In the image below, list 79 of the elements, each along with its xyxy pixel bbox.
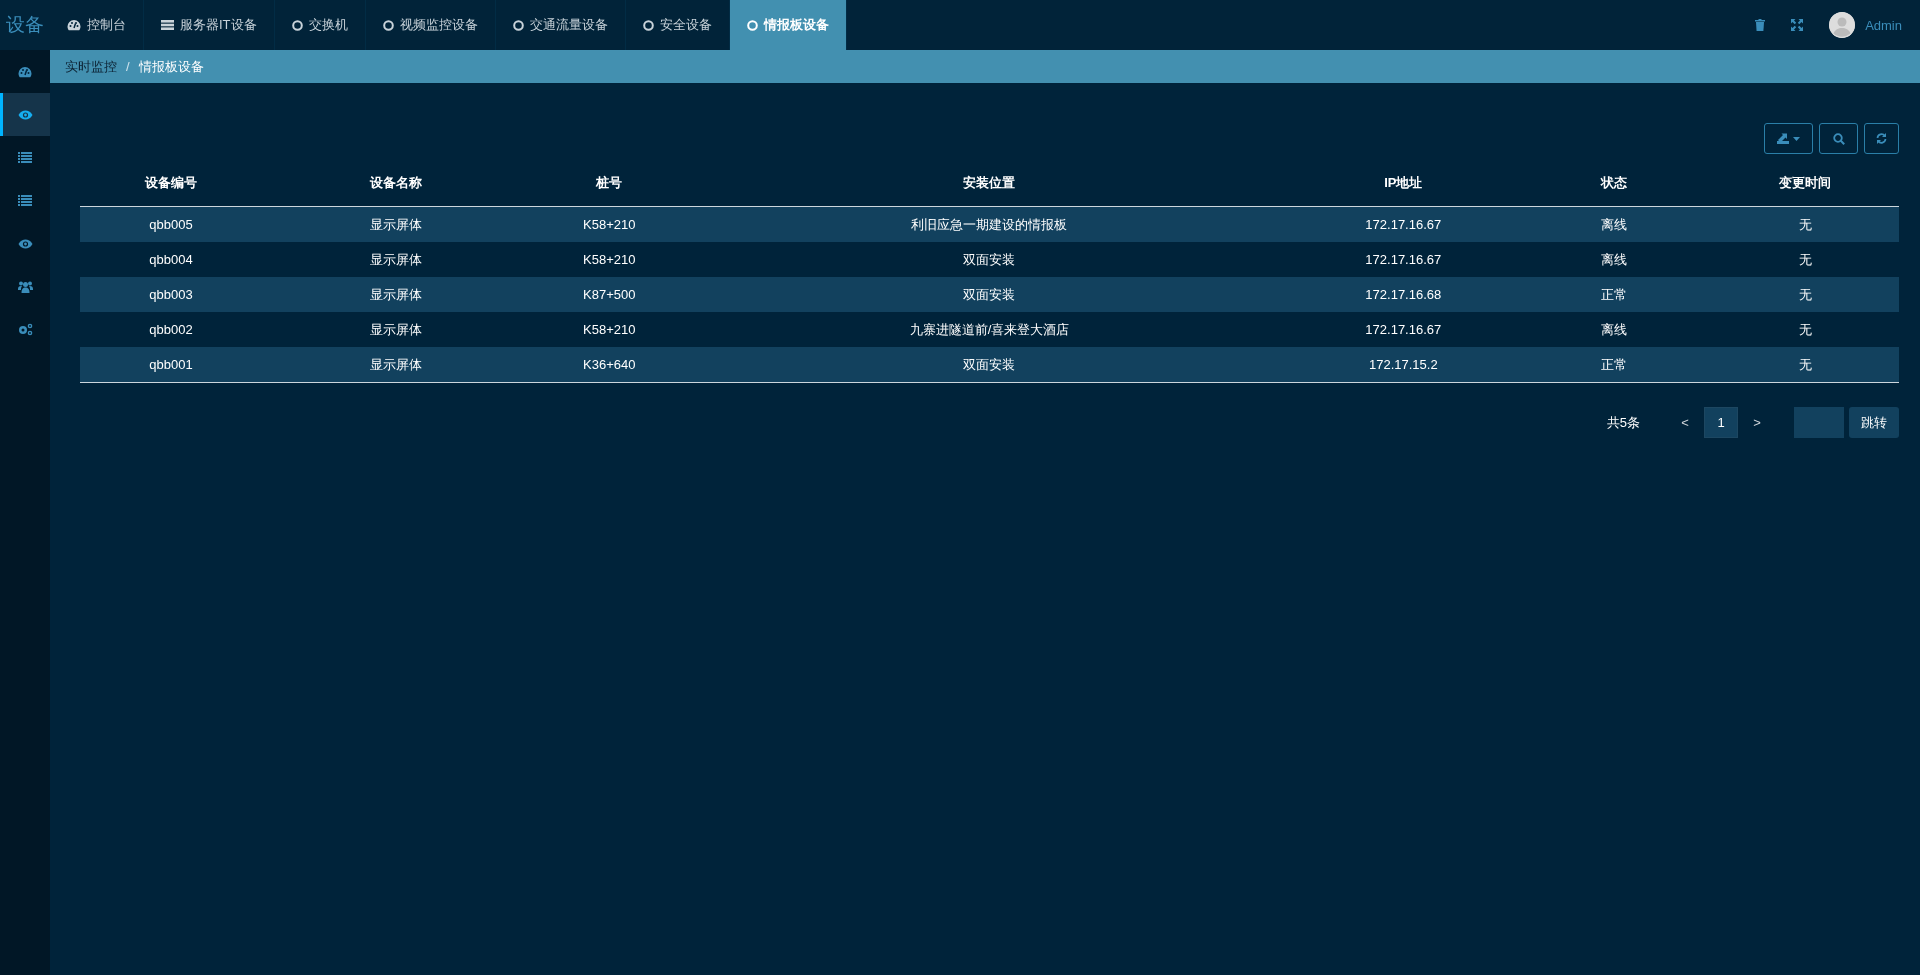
list-icon <box>18 152 32 163</box>
column-header: 设备名称 <box>261 160 530 207</box>
table-cell: 离线 <box>1517 206 1712 242</box>
list-icon <box>18 195 32 206</box>
table-cell: K87+500 <box>529 277 690 312</box>
circle-icon <box>512 19 524 31</box>
export-icon <box>1777 133 1789 144</box>
table-cell: 利旧应急一期建设的情报板 <box>689 206 1290 242</box>
table-cell: K58+210 <box>529 206 690 242</box>
search-button[interactable] <box>1819 123 1858 154</box>
fullscreen-icon[interactable] <box>1791 19 1804 31</box>
export-button[interactable] <box>1764 123 1813 154</box>
next-page-button[interactable]: > <box>1744 415 1770 430</box>
table-cell: 离线 <box>1517 312 1712 347</box>
table-cell: 正常 <box>1517 347 1712 383</box>
breadcrumb-separator: / <box>126 59 130 74</box>
circle-icon <box>382 19 394 31</box>
table-cell: 九寨进隧道前/喜来登大酒店 <box>689 312 1290 347</box>
table-cell: qbb005 <box>80 206 262 242</box>
column-header: IP地址 <box>1289 160 1517 207</box>
app-logo: 设备 <box>5 13 45 37</box>
table-cell: 显示屏体 <box>261 277 530 312</box>
column-header: 变更时间 <box>1711 160 1899 207</box>
table-cell: 172.17.16.68 <box>1289 277 1517 312</box>
nav-tab[interactable]: 情报板设备 <box>729 0 847 50</box>
column-header: 状态 <box>1517 160 1712 207</box>
gauge-icon <box>67 19 81 31</box>
table-cell: 172.17.16.67 <box>1289 242 1517 277</box>
server-icon <box>161 20 174 30</box>
table-cell: K36+640 <box>529 347 690 383</box>
table-cell: 172.17.16.67 <box>1289 312 1517 347</box>
table-cell: 无 <box>1711 312 1899 347</box>
refresh-button[interactable] <box>1864 123 1899 154</box>
column-header: 安装位置 <box>689 160 1290 207</box>
table-cell: qbb001 <box>80 347 262 383</box>
table-cell: 无 <box>1711 347 1899 383</box>
table-cell: qbb002 <box>80 312 262 347</box>
breadcrumb-current: 情报板设备 <box>138 57 204 76</box>
gauge-icon <box>18 65 32 78</box>
avatar-icon[interactable] <box>1829 12 1856 38</box>
breadcrumb-link[interactable]: 实时监控 <box>65 57 117 76</box>
page-input-field[interactable] <box>1794 407 1844 438</box>
circle-icon <box>291 19 303 31</box>
eye-icon <box>17 238 33 249</box>
table-cell: 172.17.16.67 <box>1289 206 1517 242</box>
table-cell: 显示屏体 <box>261 242 530 277</box>
trash-icon[interactable] <box>1755 19 1766 31</box>
prev-page-button[interactable]: < <box>1672 415 1698 430</box>
table-cell: 无 <box>1711 277 1899 312</box>
gears-icon <box>17 323 33 336</box>
table-cell: 双面安装 <box>689 347 1290 383</box>
jump-button[interactable]: 跳转 <box>1849 407 1899 438</box>
column-header: 桩号 <box>529 160 690 207</box>
page-number-button[interactable]: 1 <box>1704 407 1738 438</box>
eye-icon <box>17 109 33 120</box>
table-cell: 显示屏体 <box>261 312 530 347</box>
table-cell: 正常 <box>1517 277 1712 312</box>
table-cell: K58+210 <box>529 242 690 277</box>
table-cell: 无 <box>1711 242 1899 277</box>
table-cell: 显示屏体 <box>261 206 530 242</box>
table-cell: qbb003 <box>80 277 262 312</box>
table-cell: 双面安装 <box>689 242 1290 277</box>
table-cell: 双面安装 <box>689 277 1290 312</box>
circle-icon <box>642 19 654 31</box>
table-cell: 无 <box>1711 206 1899 242</box>
refresh-icon <box>1876 133 1887 144</box>
sidebar-item[interactable] <box>0 93 50 136</box>
total-count: 共5条 <box>1606 413 1640 432</box>
user-name[interactable]: Admin <box>1865 17 1902 33</box>
table-cell: qbb004 <box>80 242 262 277</box>
column-header: 设备编号 <box>80 160 262 207</box>
search-icon <box>1832 132 1845 145</box>
table-cell: 离线 <box>1517 242 1712 277</box>
table-cell: 显示屏体 <box>261 347 530 383</box>
table-cell: 172.17.15.2 <box>1289 347 1517 383</box>
table-cell: K58+210 <box>529 312 690 347</box>
users-icon <box>17 280 33 293</box>
circle-icon <box>746 19 758 31</box>
caret-icon <box>1793 136 1800 141</box>
